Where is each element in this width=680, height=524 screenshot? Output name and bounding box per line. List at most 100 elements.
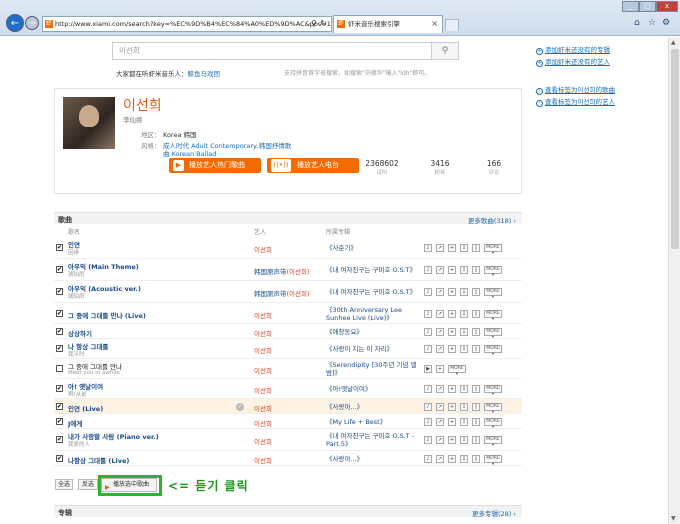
search-button[interactable]: ⚲ [431, 42, 459, 60]
style-link-2[interactable]: 曲 Korean Ballad [163, 148, 216, 158]
add-icon[interactable]: + [448, 288, 456, 296]
download-icon[interactable]: ⇩ [460, 266, 468, 274]
listen-icon[interactable]: ♪ [424, 417, 432, 426]
more-dropdown-button[interactable]: MORE ▾ [484, 327, 502, 340]
listen-icon[interactable]: ♪ [424, 266, 432, 274]
phone-icon[interactable]: ▯ [472, 244, 480, 252]
song-checkbox[interactable]: ✔ [56, 288, 63, 295]
listen-icon[interactable]: ♪ [424, 436, 432, 444]
more-dropdown-button[interactable]: MORE ▾ [448, 365, 466, 377]
song-artist[interactable]: 이선희 [254, 310, 272, 320]
more-dropdown-button[interactable]: MORE ▾ [484, 417, 502, 430]
listen-icon[interactable]: ♪ [424, 244, 432, 252]
add-icon[interactable]: + [436, 365, 444, 373]
song-album[interactable]: 《내 여자친구는 구미호 O.S.T - Part.5》 [326, 432, 426, 448]
download-icon[interactable]: ⇩ [460, 436, 468, 444]
listen-icon[interactable]: ♪ [424, 309, 432, 318]
download-icon[interactable]: ⇩ [460, 402, 468, 411]
ost-artist-link[interactable]: 韩国原声带 [254, 290, 287, 298]
song-row[interactable]: ✔ 나 항상 그대를 我平时 이선희 《사랑이 지는 이 자리》 ♪ ↗ + ⇩ ▯ MORE ▾ [54, 339, 522, 359]
more-songs-link[interactable]: 更多歌曲(318) › [468, 215, 516, 225]
song-row[interactable]: 그 중에 그대를 만나 Meet you in awhile 이선희 《Serendi… [54, 359, 522, 379]
download-icon[interactable]: ⇩ [460, 288, 468, 296]
add-icon[interactable]: + [448, 454, 456, 463]
address-bar[interactable]: 虾 http://www.xiami.com/search?key=%EC%9D… [42, 16, 332, 32]
share-icon[interactable]: ↗ [436, 417, 444, 426]
add-icon[interactable]: + [448, 402, 456, 411]
song-checkbox[interactable]: ✔ [56, 244, 63, 251]
song-checkbox[interactable]: ✔ [56, 417, 63, 425]
phone-icon[interactable]: ▯ [472, 402, 480, 411]
ost-artist-link[interactable]: 韩国原声带 [254, 268, 287, 276]
scroll-up-icon[interactable]: ▲ [671, 39, 676, 46]
song-checkbox[interactable]: ✔ [56, 309, 63, 317]
song-artist[interactable]: 이선희 [254, 345, 272, 355]
listen-icon[interactable]: ♪ [424, 385, 432, 393]
download-icon[interactable]: ⇩ [460, 327, 468, 336]
artist-photo[interactable] [63, 97, 115, 149]
song-row[interactable]: ✔ 그 중에 그대를 만나 (Live) 이선희 《30th Anniversary … [54, 303, 522, 324]
share-icon[interactable]: ↗ [436, 454, 444, 463]
artist-link[interactable]: (이선희) [287, 290, 310, 298]
song-album[interactable]: 《내 여자친구는 구미호 O.S.T》 [326, 288, 426, 296]
share-icon[interactable]: ↗ [436, 288, 444, 296]
song-artist[interactable]: 이선희 [254, 244, 272, 254]
add-missing-artist-link[interactable]: + 添加虾米还没有的艺人 [536, 56, 610, 67]
song-row[interactable]: ✔ 아우익 (Main Theme) 琥珀雨 韩国原声带(이선희) 《내 여자친구는 구… [54, 259, 522, 281]
song-row[interactable]: ✔ 아우익 (Acoustic ver.) 琥珀雨 韩国原声带(이선희) 《내 여자친구… [54, 281, 522, 303]
search-input[interactable]: 이선희 [112, 42, 459, 60]
song-artist[interactable]: 이선희 [254, 328, 272, 338]
song-title[interactable]: 나항상 그대를 (Live) [68, 455, 129, 465]
more-dropdown-button[interactable]: MORE ▾ [484, 402, 502, 415]
stat-fans[interactable]: 3416 粉丝 [415, 159, 465, 176]
song-title[interactable]: 상상하기 [68, 328, 92, 338]
add-icon[interactable]: + [448, 385, 456, 393]
more-dropdown-button[interactable]: MORE ▾ [484, 266, 502, 278]
listen-icon[interactable]: ♪ [424, 288, 432, 296]
song-album[interactable]: 《Serendipity [30주년 기념 앨범]》 [326, 361, 426, 377]
phone-icon[interactable]: ▯ [472, 345, 480, 353]
play-hot-songs-button[interactable]: ▶ 播放艺人热门歌曲 [169, 158, 261, 173]
add-icon[interactable]: + [448, 436, 456, 444]
song-artist[interactable]: 이선희 [254, 436, 272, 446]
select-all-button[interactable]: 全选 [55, 479, 73, 490]
song-artist[interactable]: 이선희 [254, 385, 272, 395]
star-icon[interactable]: ☆ [648, 18, 656, 28]
song-title[interactable]: 그 중에 그대를 만나 (Live) [68, 310, 146, 320]
download-icon[interactable]: ⇩ [460, 244, 468, 252]
song-row[interactable]: ✔ 상상하기 이선희 《애창동요》 ♪ ↗ + ⇩ ▯ MORE ▾ [54, 324, 522, 340]
more-dropdown-button[interactable]: MORE ▾ [484, 436, 502, 448]
share-icon[interactable]: ↗ [436, 327, 444, 336]
artist-name[interactable]: 이선희 [123, 95, 162, 115]
song-row[interactable]: ✔ 내가 사랑할 사람 (Piano ver.) 我爱的人 이선희 《내 여자친구는 구… [54, 429, 522, 451]
share-icon[interactable]: ↗ [436, 266, 444, 274]
add-missing-album-link[interactable]: + 添加虾米还没有的专辑 [536, 44, 610, 55]
close-tab-icon[interactable]: × [431, 16, 438, 32]
song-checkbox[interactable]: ✔ [56, 436, 63, 443]
new-tab-button[interactable] [445, 19, 459, 31]
song-row[interactable]: ✔ 아! 옛날이여 啊!从前 이선희 《아!옛날이여》 ♪ ↗ + ⇩ ▯ MORE ▾ [54, 379, 522, 399]
song-checkbox[interactable]: ✔ [56, 266, 63, 273]
listen-icon[interactable]: ♪ [424, 327, 432, 336]
share-icon[interactable]: ↗ [436, 402, 444, 411]
song-checkbox[interactable]: ✔ [56, 345, 63, 352]
song-album[interactable]: 《30th Anniversary Lee Sunhee Live (Live)… [326, 306, 426, 322]
vertical-scrollbar[interactable]: ▲ ▼ [668, 37, 680, 524]
share-icon[interactable]: ↗ [436, 436, 444, 444]
phone-icon[interactable]: ▯ [472, 309, 480, 318]
song-row[interactable]: ✔ J에게 이선희 《My Life + Best》 ♪ ↗ + ⇩ ▯ MORE ▾ [54, 414, 522, 430]
song-row[interactable]: ✔ 인연 因缘 이선희 《사춘기》 ♪ ↗ + ⇩ ▯ MORE ▾ [54, 237, 522, 259]
maximize-button[interactable]: □ [639, 1, 656, 12]
back-button[interactable]: ← [6, 14, 24, 32]
song-checkbox[interactable]: ✔ [56, 454, 63, 462]
add-icon[interactable]: + [448, 244, 456, 252]
home-icon[interactable]: ⌂ [634, 18, 640, 28]
song-artist[interactable]: 이선희 [254, 455, 272, 465]
play-radio-button[interactable]: ((•)) 播放艺人电台 [267, 158, 359, 173]
phone-icon[interactable]: ▯ [472, 288, 480, 296]
listen-icon[interactable]: ♪ [424, 454, 432, 463]
download-icon[interactable]: ⇩ [460, 345, 468, 353]
tag-artists-link[interactable]: › 查看标签为이선희的艺人 [536, 96, 615, 107]
scroll-down-icon[interactable]: ▼ [671, 515, 676, 522]
song-title[interactable]: 인연 (Live) [68, 403, 103, 413]
